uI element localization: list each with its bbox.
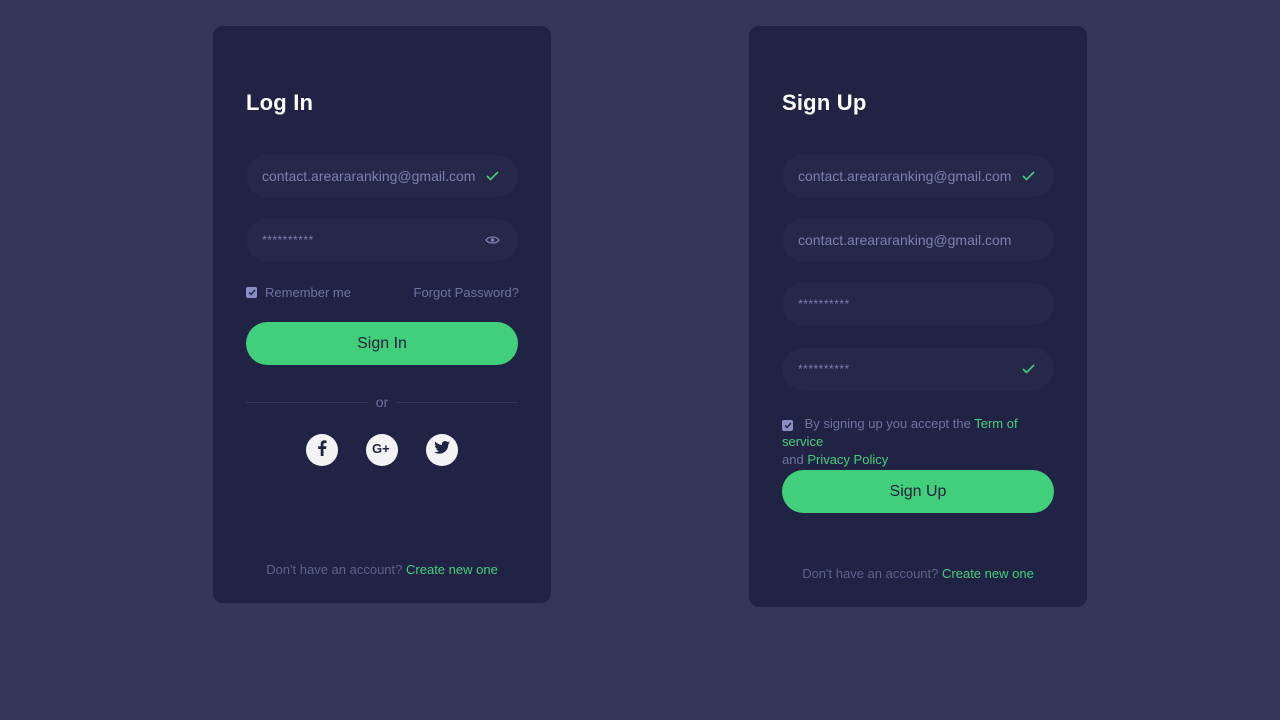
privacy-policy-link[interactable]: Privacy Policy <box>807 452 888 467</box>
signup-title: Sign Up <box>782 90 867 115</box>
signup-password-field[interactable]: ********** <box>782 283 1054 325</box>
divider-line <box>396 401 519 403</box>
signup-confirm-value: ********** <box>798 362 850 376</box>
google-plus-icon: G+ <box>372 441 392 460</box>
signup-footer-text: Don't have an account? <box>802 566 939 581</box>
signup-card: Sign Up contact.areararanking@gmail.com … <box>749 26 1087 607</box>
login-card: Log In contact.areararanking@gmail.com *… <box>213 26 551 603</box>
or-label: or <box>375 394 389 410</box>
login-title: Log In <box>246 90 314 115</box>
twitter-button[interactable] <box>426 434 458 466</box>
terms-checkbox[interactable] <box>782 420 793 431</box>
terms-prefix: By signing up you accept the <box>804 416 971 431</box>
login-password-value: ********** <box>262 233 314 247</box>
login-email-value: contact.areararanking@gmail.com <box>262 168 476 184</box>
google-plus-button[interactable]: G+ <box>366 434 398 466</box>
remember-label: Remember me <box>265 285 351 300</box>
svg-text:G+: G+ <box>372 441 390 455</box>
login-footer: Don't have an account? Create new one <box>213 562 551 577</box>
signup-confirm-password-field[interactable]: ********** <box>782 348 1054 390</box>
sign-in-button[interactable]: Sign In <box>246 322 518 365</box>
twitter-icon <box>434 441 450 459</box>
login-footer-text: Don't have an account? <box>266 562 403 577</box>
remember-checkbox[interactable] <box>246 287 257 298</box>
signup-footer: Don't have an account? Create new one <box>749 566 1087 581</box>
sign-up-button[interactable]: Sign Up <box>782 470 1054 513</box>
create-account-link[interactable]: Create new one <box>406 562 498 577</box>
eye-icon[interactable] <box>484 232 500 248</box>
remember-me-row[interactable]: Remember me <box>246 285 351 300</box>
facebook-icon <box>317 439 327 461</box>
terms-row: By signing up you accept the Term of ser… <box>782 415 1062 469</box>
create-account-link[interactable]: Create new one <box>942 566 1034 581</box>
check-icon <box>1020 168 1036 184</box>
check-icon <box>484 168 500 184</box>
login-email-field[interactable]: contact.areararanking@gmail.com <box>246 155 518 197</box>
signup-email-value: contact.areararanking@gmail.com <box>798 168 1012 184</box>
divider-line <box>246 401 368 403</box>
signup-email2-value: contact.areararanking@gmail.com <box>798 232 1012 248</box>
facebook-button[interactable] <box>306 434 338 466</box>
terms-and: and <box>782 452 804 467</box>
login-password-field[interactable]: ********** <box>246 219 518 261</box>
check-icon <box>1020 361 1036 377</box>
signup-email-confirm-field[interactable]: contact.areararanking@gmail.com <box>782 219 1054 261</box>
or-divider: or <box>246 392 519 412</box>
signup-password-value: ********** <box>798 297 850 311</box>
signup-email-field[interactable]: contact.areararanking@gmail.com <box>782 155 1054 197</box>
forgot-password-link[interactable]: Forgot Password? <box>414 285 520 300</box>
